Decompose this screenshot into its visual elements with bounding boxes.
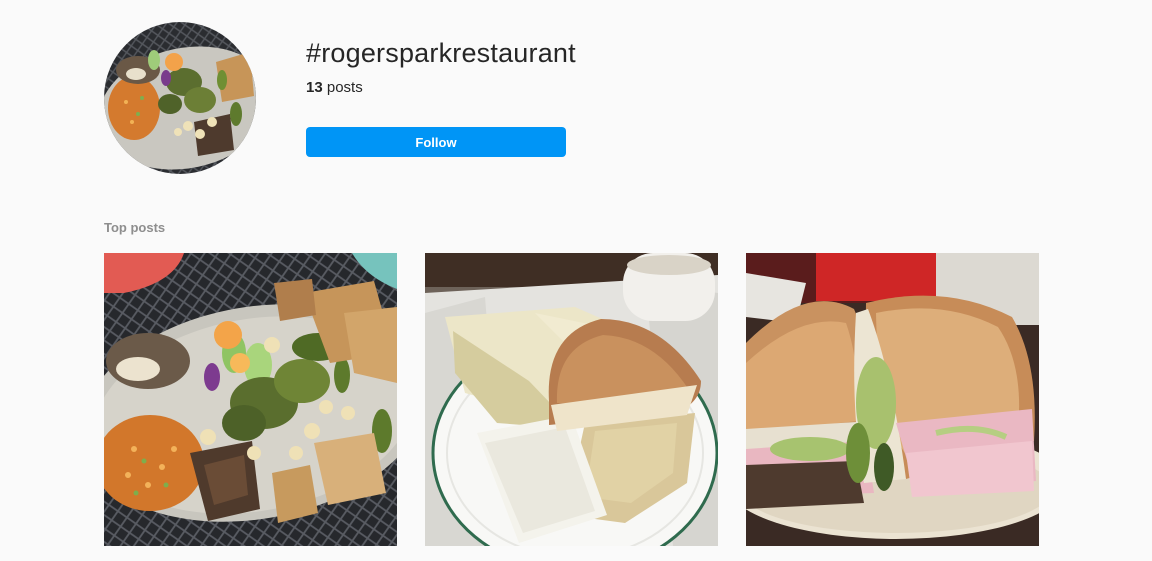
hashtag-title: #rogersparkrestaurant: [306, 38, 576, 68]
top-post-3[interactable]: [746, 253, 1039, 546]
top-post-2[interactable]: [425, 253, 718, 546]
top-posts-heading: Top posts: [104, 220, 166, 235]
post-count: 13 posts: [306, 79, 363, 96]
hashtag-avatar-image[interactable]: [104, 22, 256, 174]
post-count-number: 13: [306, 79, 323, 96]
top-post-1[interactable]: [104, 253, 397, 546]
follow-button[interactable]: Follow: [306, 127, 566, 157]
post-count-label: posts: [322, 79, 363, 96]
hashtag-page: #rogersparkrestaurant 13 posts Follow To…: [0, 0, 1152, 561]
